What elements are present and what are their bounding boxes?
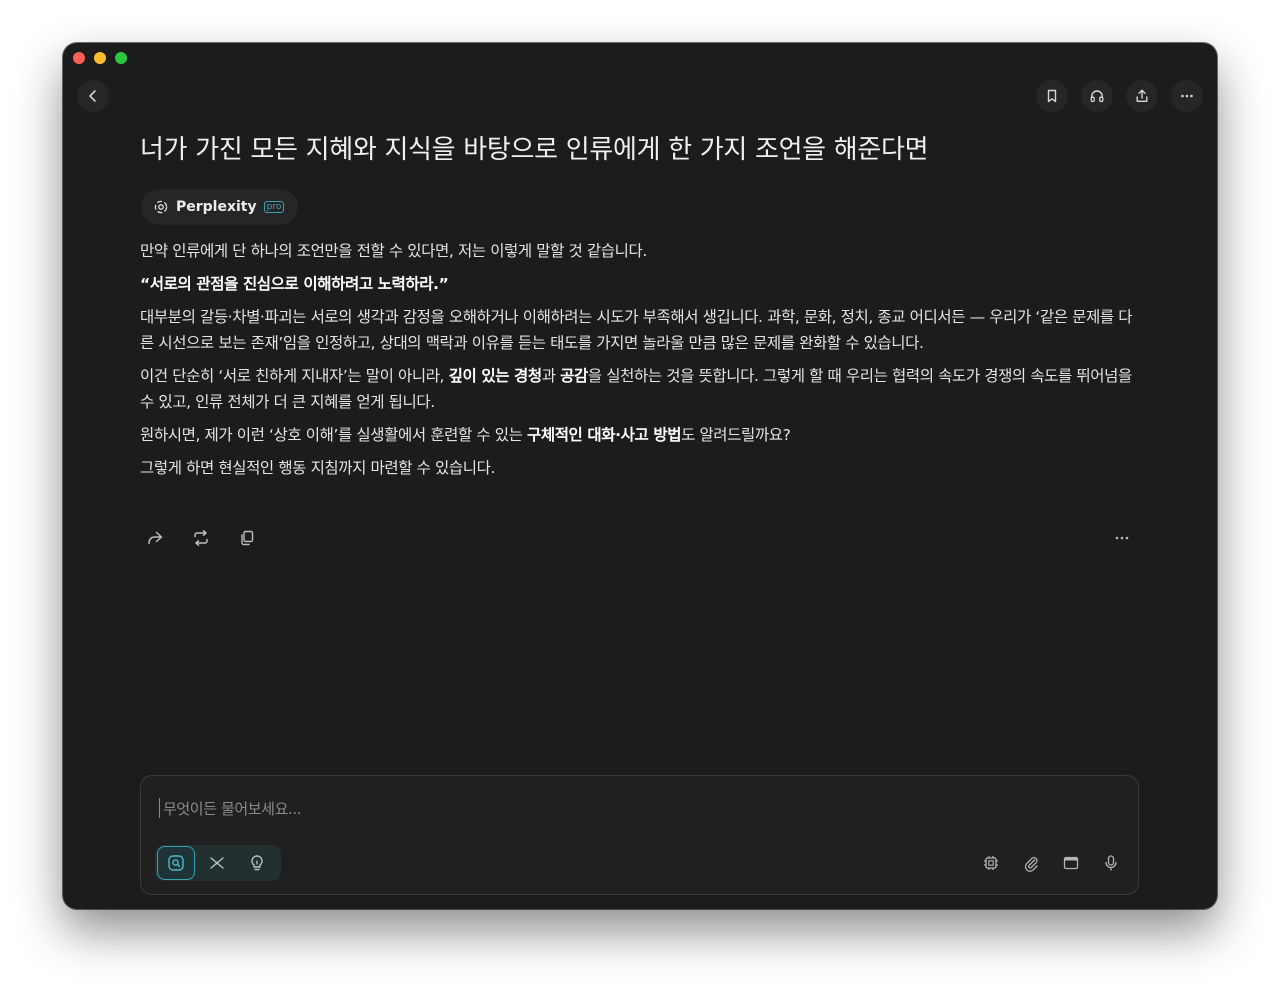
share-button[interactable] [1126, 80, 1158, 112]
answer-quote: “서로의 관점을 진심으로 이해하려고 노력하라.” [140, 271, 1140, 297]
search-mode-button[interactable] [157, 846, 195, 880]
answer-paragraph: 원하시면, 제가 이런 ‘상호 이해’를 실생활에서 훈련할 수 있는 구체적인… [140, 422, 1140, 448]
research-icon [210, 857, 224, 869]
quote-text: “서로의 관점을 진심으로 이해하려고 노력하라.” [140, 275, 449, 293]
bold-text: 공감 [560, 367, 588, 385]
voice-input-button[interactable] [1102, 853, 1120, 873]
answer-paragraph: 대부분의 갈등·차별·파괴는 서로의 생각과 감정을 오해하거나 이해하려는 시… [140, 308, 1133, 352]
answer-more-button[interactable] [1112, 528, 1132, 548]
answer-paragraph: 그렇게 하면 현실적인 행동 지침까지 마련할 수 있습니다. [140, 459, 495, 477]
text-span: 과 [541, 367, 561, 385]
text-span: 이건 단순히 ‘서로 친하게 지내자’는 말이 아니라, [140, 367, 449, 385]
cpu-icon [984, 856, 998, 870]
answer-actions [145, 528, 257, 548]
mode-selector [155, 845, 281, 881]
app-window: 너가 가진 모든 지혜와 지식을 바탕으로 인류에게 한 가지 조언을 해준다면… [63, 43, 1217, 909]
answer-body: 만약 인류에게 단 하나의 조언만을 전할 수 있다면, 저는 이렇게 말할 것… [140, 238, 1140, 488]
microphone-icon [1105, 855, 1117, 871]
more-options-button[interactable] [1171, 80, 1203, 112]
model-select-button[interactable] [982, 853, 1000, 873]
perplexity-logo-icon [154, 200, 168, 214]
search-icon [168, 855, 184, 871]
headphones-icon [1090, 90, 1104, 103]
close-window-button[interactable] [73, 52, 85, 64]
attach-button[interactable] [1022, 853, 1040, 873]
minimize-window-button[interactable] [94, 52, 106, 64]
listen-button[interactable] [1081, 80, 1113, 112]
composer-tools [982, 853, 1120, 873]
text-span: 도 알려드릴까요? [681, 426, 791, 444]
prompt-composer [140, 775, 1139, 895]
lightbulb-icon [251, 855, 263, 871]
rewrite-button[interactable] [191, 528, 211, 548]
copy-button[interactable] [237, 528, 257, 548]
bookmark-button[interactable] [1036, 80, 1068, 112]
window-controls [73, 52, 127, 64]
answer-paragraph: 만약 인류에게 단 하나의 조언만을 전할 수 있다면, 저는 이렇게 말할 것… [140, 242, 647, 260]
share-icon [1136, 89, 1148, 102]
more-icon [1181, 94, 1193, 98]
source-chip[interactable]: Perplexity pro [141, 189, 299, 225]
back-icon [89, 90, 96, 102]
bold-text: 구체적인 대화·사고 방법 [526, 426, 682, 444]
back-button[interactable] [77, 80, 109, 112]
browser-button[interactable] [1062, 853, 1080, 873]
share-arrow-icon [148, 531, 163, 545]
text-span: 원하시면, 제가 이런 ‘상호 이해’를 실생활에서 훈련할 수 있는 [140, 426, 527, 444]
prompt-input[interactable] [161, 794, 1065, 824]
more-icon [1115, 536, 1129, 540]
bold-text: 깊이 있는 경청 [448, 367, 543, 385]
source-name: Perplexity [176, 199, 257, 215]
pro-badge: pro [263, 201, 285, 213]
bookmark-icon [1047, 89, 1057, 103]
share-answer-button[interactable] [145, 528, 165, 548]
copy-icon [241, 530, 254, 546]
query-title: 너가 가진 모든 지혜와 지식을 바탕으로 인류에게 한 가지 조언을 해준다면 [140, 135, 929, 165]
browser-icon [1063, 856, 1079, 870]
rewrite-icon [194, 530, 208, 546]
answer-paragraph: 이건 단순히 ‘서로 친하게 지내자’는 말이 아니라, 깊이 있는 경청과 공… [140, 363, 1140, 415]
labs-mode-button[interactable] [239, 847, 275, 879]
paperclip-icon [1024, 856, 1038, 872]
text-caret [159, 798, 160, 818]
zoom-window-button[interactable] [115, 52, 127, 64]
research-mode-button[interactable] [199, 847, 235, 879]
